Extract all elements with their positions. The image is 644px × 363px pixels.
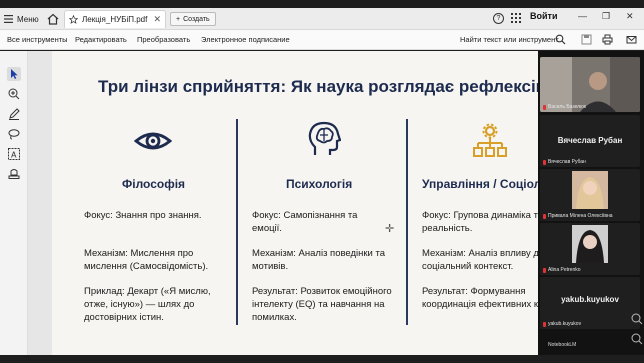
plus-icon: + xyxy=(176,15,181,23)
create-label: Создать xyxy=(183,15,210,23)
create-button[interactable]: + Создать xyxy=(170,12,216,26)
column-result-text: Результат: Розвиток емоційного інтелекту… xyxy=(252,286,392,323)
tool-bar: Все инструменты Редактировать Преобразов… xyxy=(0,30,644,50)
column-focus-text: Фокус: Самопізнання та емоції. xyxy=(252,210,358,234)
close-tab-icon[interactable]: ✕ xyxy=(153,14,161,25)
signin-button[interactable]: Войти xyxy=(530,11,557,21)
participant-name: yakub.kuyukov xyxy=(543,321,581,327)
lasso-icon[interactable] xyxy=(7,127,21,141)
document-tab[interactable]: Лекція_НУБіП.pdf ✕ xyxy=(64,10,166,28)
column-heading: Управління / Соціологія xyxy=(422,177,538,191)
column-mechanism-text: Механізм: Аналіз поведінки та мотивів. xyxy=(252,248,386,272)
participant-name: Привала Мілена Олексіївна xyxy=(543,213,613,219)
esign-menu[interactable]: Электронное подписание xyxy=(201,35,290,44)
mic-muted-icon xyxy=(543,159,546,165)
move-cursor-icon: ✛ xyxy=(385,223,395,235)
text-box-icon[interactable]: A xyxy=(7,147,21,161)
save-icon[interactable] xyxy=(581,34,592,45)
comment-add-icon[interactable] xyxy=(7,87,21,101)
participant-photo xyxy=(572,171,608,209)
eye-icon xyxy=(134,132,172,150)
column-divider xyxy=(236,119,238,325)
participant-name: Василь Базелюк xyxy=(543,104,586,110)
org-chart-icon xyxy=(473,123,507,157)
tab-bar: Меню Лекція_НУБіП.pdf ✕ + Создать ? Войт… xyxy=(0,8,644,30)
svg-text:A: A xyxy=(11,151,17,160)
pen-icon[interactable] xyxy=(7,107,21,121)
left-tool-rail: A xyxy=(0,51,28,355)
column-heading: Філософія xyxy=(122,177,186,191)
participant-tile[interactable]: Вячеслав Рубан Вячеслав Рубан xyxy=(540,115,640,167)
participant-name: Alina Petrenko xyxy=(543,267,581,273)
help-icon[interactable]: ? xyxy=(493,13,504,24)
print-icon[interactable] xyxy=(602,34,613,45)
minimize-icon[interactable]: — xyxy=(578,11,587,21)
column-focus-text: Фокус: Групова динаміка та реальність. xyxy=(422,210,538,234)
home-icon[interactable] xyxy=(46,12,60,26)
mic-muted-icon xyxy=(543,104,546,110)
menu-label: Меню xyxy=(17,14,39,24)
stamp-icon[interactable] xyxy=(7,167,21,181)
participant-tile[interactable]: Привала Мілена Олексіївна xyxy=(540,169,640,221)
select-cursor-icon[interactable] xyxy=(7,67,21,81)
participant-name: Вячеслав Рубан xyxy=(543,159,586,165)
participant-display-name: yakub.kuyukov xyxy=(561,295,619,304)
menu-button[interactable]: Меню xyxy=(4,11,39,27)
find-tool-field[interactable]: Найти текст или инструмент xyxy=(460,35,559,44)
hamburger-icon xyxy=(4,15,13,23)
notebooklm-watermark: NotebookLM xyxy=(548,342,577,348)
participant-video-tile[interactable]: Василь Базелюк xyxy=(540,57,640,112)
participant-tile[interactable]: yakub.kuyukov yakub.kuyukov xyxy=(540,277,640,329)
all-tools-menu[interactable]: Все инструменты xyxy=(7,35,68,44)
mail-icon[interactable] xyxy=(626,34,637,45)
column-heading: Психологія xyxy=(286,177,353,191)
column-mechanism-text: Механізм: Аналіз впливу дій на соціальни… xyxy=(422,248,538,272)
column-divider xyxy=(406,119,408,325)
zoom-controls[interactable] xyxy=(628,300,644,355)
edit-menu[interactable]: Редактировать xyxy=(75,35,127,44)
participant-photo xyxy=(572,225,608,263)
pdf-slide: Три лінзи сприйняття: Як наука розглядає… xyxy=(52,51,538,355)
restore-icon[interactable]: ❐ xyxy=(602,11,610,22)
column-result-text: Результат: Формування координація ефекти… xyxy=(422,286,538,310)
star-icon[interactable] xyxy=(69,15,78,24)
document-viewer[interactable]: Три лінзи сприйняття: Як наука розглядає… xyxy=(28,51,538,355)
participant-tile[interactable]: Alina Petrenko xyxy=(540,223,640,275)
close-window-icon[interactable]: ✕ xyxy=(626,11,634,22)
slide-title: Три лінзи сприйняття: Як наука розглядає… xyxy=(98,77,538,96)
search-icon[interactable] xyxy=(555,34,566,45)
apps-grid-icon[interactable] xyxy=(511,13,521,23)
mic-muted-icon xyxy=(543,213,546,219)
column-mechanism-text: Механізм: Мислення про мислення (Самосві… xyxy=(84,248,209,272)
participant-display-name: Вячеслав Рубан xyxy=(557,136,623,145)
convert-menu[interactable]: Преобразовать xyxy=(137,35,190,44)
brain-head-icon xyxy=(308,121,341,155)
column-result-text: Приклад: Декарт («Я мислю, отже, існую»)… xyxy=(84,286,211,323)
column-focus-text: Фокус: Знання про знання. xyxy=(84,210,202,221)
mic-muted-icon xyxy=(543,267,546,273)
mic-muted-icon xyxy=(543,321,546,327)
tab-title: Лекція_НУБіП.pdf xyxy=(82,15,148,24)
